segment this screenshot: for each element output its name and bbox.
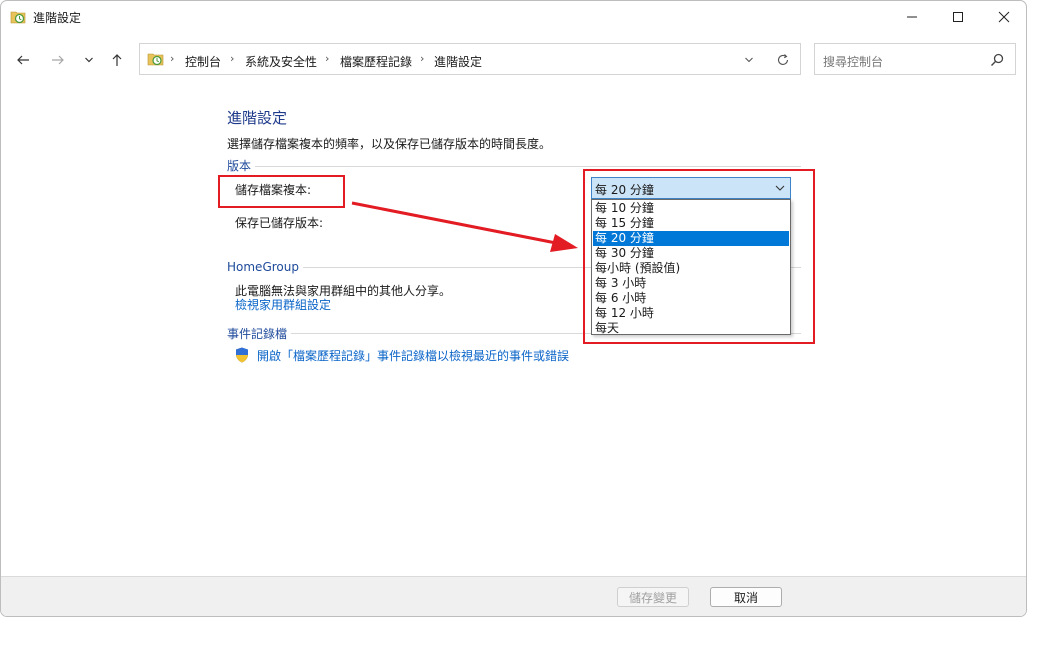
page-title: 進階設定 [227,109,288,127]
frequency-option[interactable]: 每天 [593,321,789,336]
save-frequency-dropdown-list: 每 10 分鐘每 15 分鐘每 20 分鐘每 30 分鐘 每小時 (預設值) 每 3… [591,199,791,335]
address-bar[interactable]: › 控制台 › 系統及安全性 › 檔案歷程記錄 › 進階設定 [139,43,801,75]
frequency-option[interactable]: 每小時 (預設值) [593,261,789,276]
uac-shield-icon [236,347,248,363]
refresh-button[interactable] [774,51,792,69]
frequency-option[interactable]: 每 6 小時 [593,291,789,306]
save-frequency-value: 每 20 分鐘 [595,183,654,197]
breadcrumb-separator: › [325,52,330,65]
page-description: 選擇儲存檔案複本的頻率，以及保存已儲存版本的時間長度。 [227,137,552,151]
eventlog-group-label: 事件記錄檔 [227,325,292,342]
keep-versions-label: 保存已儲存版本: [235,216,324,230]
window: 進階設定 › 控制台 › 系統及安全性 › 檔案歷程記錄 › 進階設定 搜尋控制… [0,0,1027,617]
arrow-left-icon [17,55,29,65]
open-event-log-link[interactable]: 開啟「檔案歷程記錄」事件記錄檔以檢視最近的事件或錯誤 [257,347,569,364]
title-bar: 進階設定 [1,1,1026,33]
frequency-option[interactable]: 每 20 分鐘 [593,231,789,246]
chevron-down-icon [85,57,93,63]
breadcrumb-item[interactable]: 進階設定 [434,53,482,70]
search-box[interactable]: 搜尋控制台 [814,43,1016,75]
frequency-option[interactable]: 每 3 小時 [593,276,789,291]
refresh-icon [777,54,789,65]
breadcrumb-item[interactable]: 控制台 [185,53,221,70]
chevron-down-icon [745,57,753,63]
search-icon[interactable] [989,52,1005,68]
breadcrumb-separator: › [230,52,235,65]
frequency-option[interactable]: 每 30 分鐘 [593,246,789,261]
chevron-down-icon [775,185,785,191]
maximize-button[interactable] [935,1,981,33]
close-icon [998,11,1010,23]
maximize-icon [953,12,963,22]
close-button[interactable] [981,1,1026,33]
homegroup-group-label: HomeGroup [227,260,303,274]
window-title: 進階設定 [33,11,82,25]
arrow-up-icon [112,54,122,66]
forward-button[interactable] [48,51,68,69]
annotation-box-label [218,175,345,208]
cancel-button[interactable]: 取消 [710,587,782,607]
versions-group-label: 版本 [227,157,256,174]
save-frequency-select[interactable]: 每 20 分鐘 [591,177,791,199]
versions-group-divider [227,166,801,167]
minimize-button[interactable] [889,1,935,33]
minimize-icon [907,16,917,18]
recent-locations-button[interactable] [79,51,99,69]
address-dropdown-button[interactable] [740,51,758,69]
breadcrumb-separator: › [170,52,175,65]
frequency-option[interactable]: 每 10 分鐘 [593,201,789,216]
frequency-option[interactable]: 每 12 小時 [593,306,789,321]
control-panel-icon [147,53,164,66]
footer-bar: 儲存變更 取消 [1,576,1026,616]
content-area: 進階設定 選擇儲存檔案複本的頻率，以及保存已儲存版本的時間長度。 版本 儲存檔案… [1,81,1026,576]
search-placeholder: 搜尋控制台 [823,55,884,69]
breadcrumb-separator: › [420,52,425,65]
arrow-right-icon [52,55,64,65]
up-button[interactable] [107,51,127,69]
breadcrumb-item[interactable]: 檔案歷程記錄 [340,53,412,70]
back-button[interactable] [13,51,33,69]
navigation-bar: › 控制台 › 系統及安全性 › 檔案歷程記錄 › 進階設定 搜尋控制台 [1,41,1026,79]
file-history-icon [10,11,26,24]
save-changes-button[interactable]: 儲存變更 [617,587,689,607]
frequency-option[interactable]: 每 15 分鐘 [593,216,789,231]
breadcrumb-item[interactable]: 系統及安全性 [245,53,317,70]
homegroup-settings-link[interactable]: 檢視家用群組設定 [235,296,331,313]
